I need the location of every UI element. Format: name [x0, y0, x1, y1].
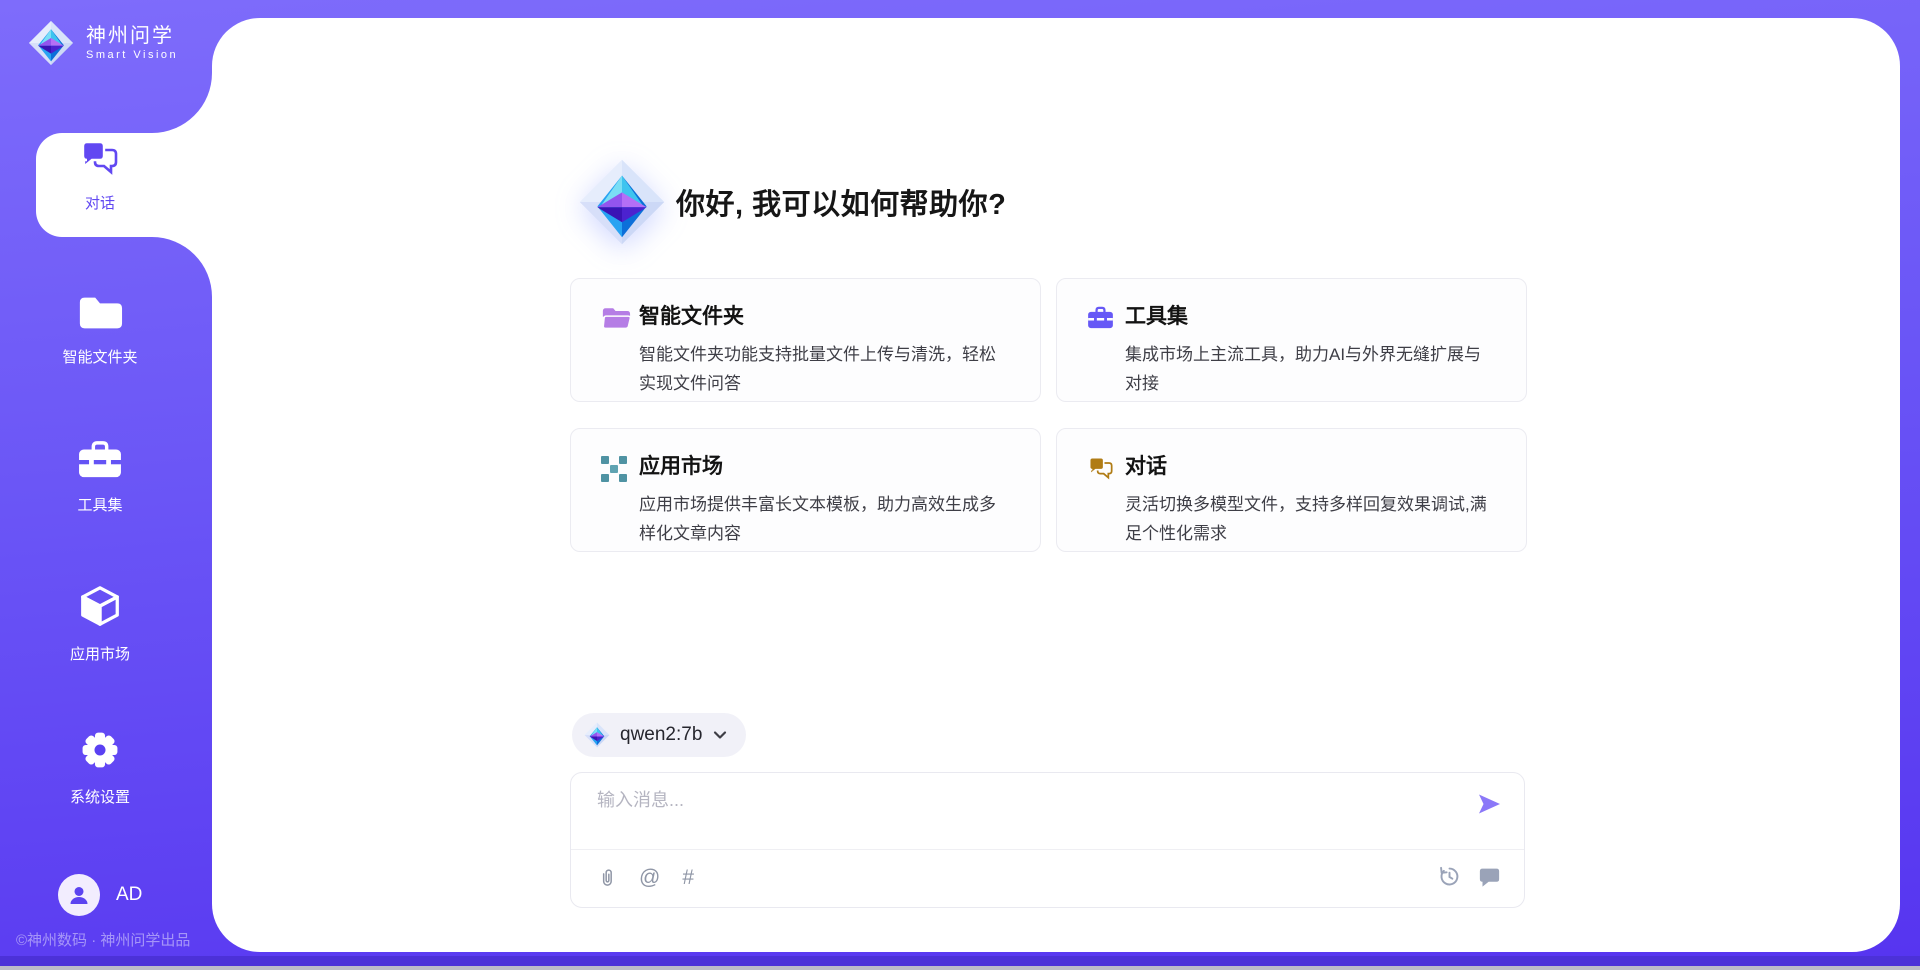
mention-button[interactable]: @	[639, 865, 660, 891]
folder-open-icon	[601, 306, 631, 331]
comment-icon	[1479, 866, 1500, 887]
diamond-logo-icon	[584, 722, 610, 748]
window-edge	[0, 966, 1920, 970]
sidebar-item-tools[interactable]: 工具集	[0, 440, 200, 515]
person-icon	[67, 883, 91, 907]
composer-right-tools	[1438, 865, 1500, 888]
chat-icon	[79, 140, 121, 178]
send-icon	[1476, 791, 1502, 817]
chat-icon	[1087, 456, 1115, 482]
card-description: 应用市场提供丰富长文本模板，助力高效生成多样化文章内容	[639, 490, 1012, 548]
composer-divider	[571, 849, 1524, 850]
card-smart-folder[interactable]: 智能文件夹 智能文件夹功能支持批量文件上传与清洗，轻松实现文件问答	[570, 278, 1041, 402]
message-composer: @ #	[570, 772, 1525, 908]
brand: 神州问学 Smart Vision	[28, 20, 178, 66]
hash-icon: #	[682, 865, 694, 891]
card-app-market[interactable]: 应用市场 应用市场提供丰富长文本模板，助力高效生成多样化文章内容	[570, 428, 1041, 552]
sidebar-item-chat[interactable]: 对话	[0, 140, 200, 213]
footer-credit: ©神州数码 · 神州问学出品	[16, 929, 190, 950]
sidebar-item-label: 工具集	[0, 494, 200, 515]
card-description: 集成市场上主流工具，助力AI与外界无缝扩展与对接	[1125, 340, 1498, 398]
comment-button[interactable]	[1479, 866, 1500, 887]
paperclip-icon	[597, 866, 617, 890]
card-title: 智能文件夹	[639, 303, 1012, 331]
card-chat[interactable]: 对话 灵活切换多模型文件，支持多样回复效果调试,满足个性化需求	[1056, 428, 1527, 552]
card-toolset[interactable]: 工具集 集成市场上主流工具，助力AI与外界无缝扩展与对接	[1056, 278, 1527, 402]
brand-name: 神州问学	[86, 25, 178, 47]
curve-top	[152, 73, 212, 133]
attach-button[interactable]	[597, 866, 617, 890]
user-initials: AD	[116, 884, 142, 906]
history-icon	[1438, 865, 1461, 888]
diamond-logo-icon	[28, 20, 74, 66]
gear-icon	[78, 728, 122, 772]
card-description: 智能文件夹功能支持批量文件上传与清洗，轻松实现文件问答	[639, 340, 1012, 398]
topic-button[interactable]: #	[682, 865, 694, 891]
card-description: 灵活切换多模型文件，支持多样回复效果调试,满足个性化需求	[1125, 490, 1498, 548]
sidebar-item-label: 应用市场	[0, 643, 200, 664]
sidebar-item-label: 智能文件夹	[0, 346, 200, 367]
card-title: 工具集	[1125, 303, 1498, 331]
curve-bottom	[152, 237, 212, 297]
cube-icon	[77, 583, 123, 629]
history-button[interactable]	[1438, 865, 1461, 888]
message-input[interactable]	[595, 789, 1419, 812]
chevron-down-icon	[712, 727, 728, 743]
send-button[interactable]	[1476, 791, 1502, 822]
model-selector[interactable]: qwen2:7b	[572, 713, 746, 757]
grid-icon	[601, 456, 627, 482]
card-title: 对话	[1125, 453, 1498, 481]
brand-subtitle: Smart Vision	[86, 49, 178, 61]
toolbox-icon	[77, 440, 123, 480]
avatar	[58, 874, 100, 916]
bottom-stripe	[0, 956, 1920, 966]
feature-cards: 智能文件夹 智能文件夹功能支持批量文件上传与清洗，轻松实现文件问答 工具集 集成…	[570, 278, 1527, 552]
user-chip[interactable]: AD	[58, 874, 142, 916]
sidebar-item-label: 系统设置	[0, 786, 200, 807]
hero: 你好, 我可以如何帮助你?	[578, 158, 1006, 246]
sidebar-item-settings[interactable]: 系统设置	[0, 728, 200, 807]
folder-icon	[77, 294, 123, 332]
composer-left-tools: @ #	[597, 865, 694, 891]
diamond-logo-icon	[578, 158, 666, 246]
sidebar-item-apps[interactable]: 应用市场	[0, 583, 200, 664]
greeting-text: 你好, 我可以如何帮助你?	[676, 181, 1006, 223]
sidebar-item-label: 对话	[0, 192, 200, 213]
sidebar-item-folders[interactable]: 智能文件夹	[0, 294, 200, 367]
at-icon: @	[639, 865, 660, 891]
card-title: 应用市场	[639, 453, 1012, 481]
model-name: qwen2:7b	[620, 724, 702, 746]
toolbox-icon	[1087, 306, 1114, 330]
